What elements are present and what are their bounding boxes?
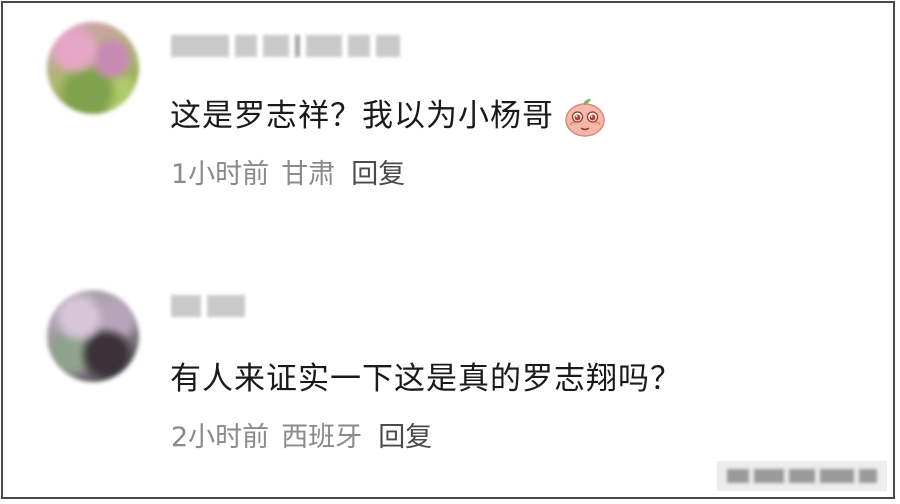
reply-button[interactable]: 回复 [351,159,405,190]
comment-text: 这是罗志祥？我以为小杨哥 [170,95,606,137]
comment-time: 1小时前 [171,159,270,190]
avatar[interactable] [47,290,139,382]
username-blurred[interactable] [171,33,400,59]
comment-meta: 2小时前 西班牙 回复 [171,421,444,455]
comment-text: 有人来证实一下这是真的罗志翔吗？ [170,359,682,399]
pleading-peach-emoji-icon [564,95,606,137]
comment-location: 甘肃 [281,159,336,190]
comment-text-content: 有人来证实一下这是真的罗志翔吗？ [170,361,682,397]
reply-button[interactable]: 回复 [378,422,432,453]
comment-meta: 1小时前 甘肃 回复 [171,158,417,192]
watermark-blurred [717,461,887,491]
avatar[interactable] [47,22,139,114]
comment-text-content: 这是罗志祥？我以为小杨哥 [170,98,554,134]
comment-list: 这是罗志祥？我以为小杨哥 1小时前 甘肃 回复 有人来证实一下这是真的罗志翔吗？… [1,1,895,499]
comment-time: 2小时前 [171,422,270,453]
comment-item: 这是罗志祥？我以为小杨哥 1小时前 甘肃 回复 [3,3,893,233]
username-blurred[interactable] [171,293,245,319]
comment-location: 西班牙 [281,422,363,453]
